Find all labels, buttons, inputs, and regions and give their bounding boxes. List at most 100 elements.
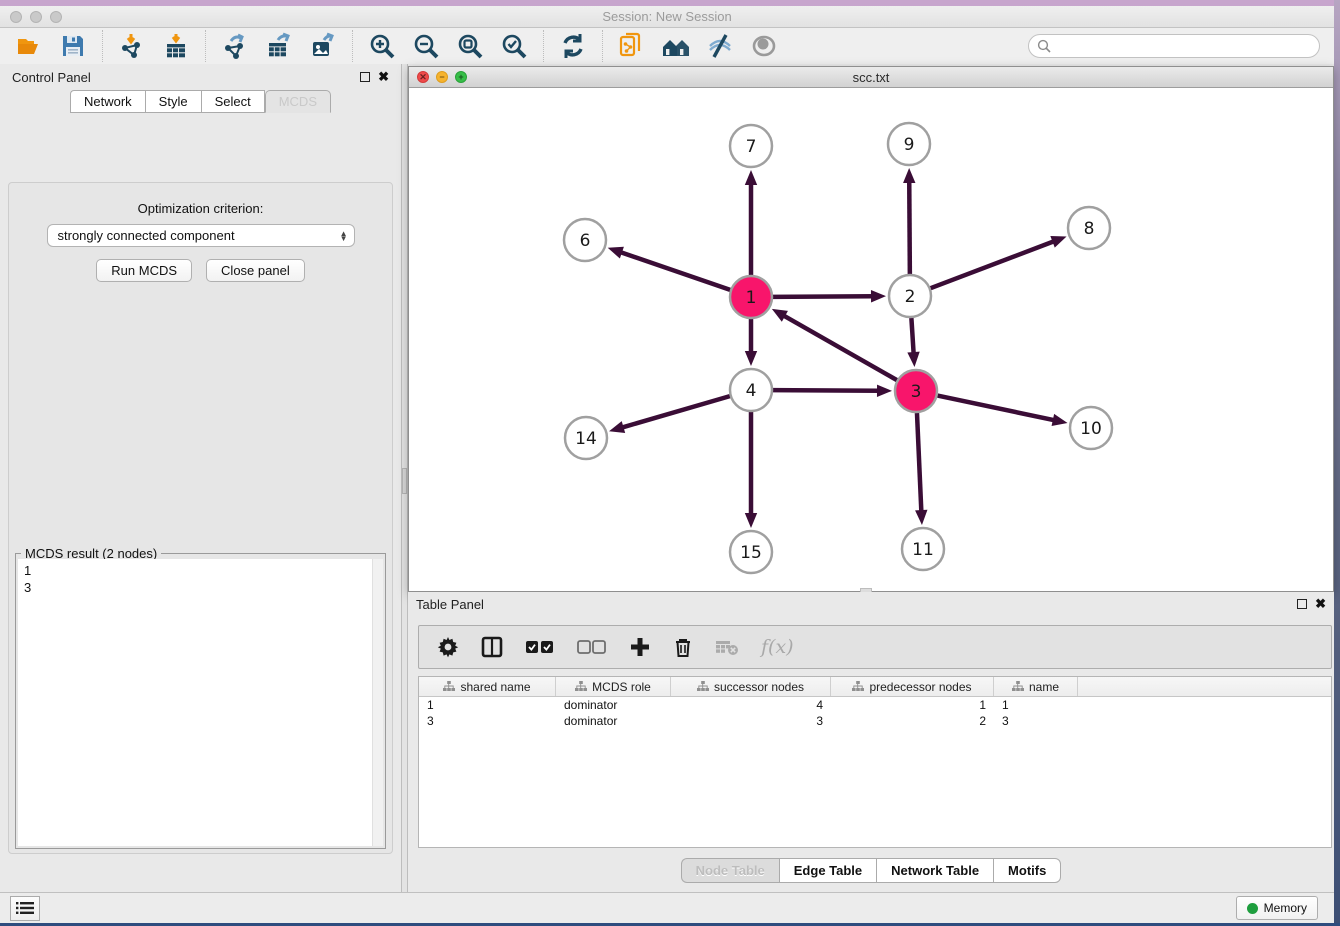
zoom-out-icon[interactable] — [411, 31, 441, 61]
search-box[interactable] — [1028, 34, 1320, 58]
import-network-icon[interactable] — [117, 31, 147, 61]
panel-splitter-vertical[interactable] — [401, 64, 408, 892]
dropdown-value: strongly connected component — [58, 228, 235, 243]
float-table-panel-icon[interactable] — [1297, 599, 1307, 609]
zoom-selected-icon[interactable] — [499, 31, 529, 61]
tab-edge-table[interactable]: Edge Table — [779, 858, 876, 883]
delete-column-icon[interactable] — [673, 636, 693, 658]
table-cell[interactable]: 4 — [671, 697, 831, 713]
arrowhead-icon — [609, 421, 625, 433]
column-header-name[interactable]: name — [994, 677, 1078, 696]
table-cell[interactable]: 1 — [419, 697, 556, 713]
table-cell[interactable]: 1 — [831, 697, 994, 713]
status-bar: Memory — [0, 892, 1334, 923]
memory-button[interactable]: Memory — [1236, 896, 1318, 920]
node-label: 9 — [904, 135, 915, 155]
export-network-icon[interactable] — [220, 31, 250, 61]
table-panel-title: Table Panel — [416, 597, 484, 612]
tab-network-table[interactable]: Network Table — [876, 858, 993, 883]
deselect-all-icon[interactable] — [577, 639, 607, 655]
float-panel-icon[interactable] — [360, 72, 370, 82]
close-table-panel-icon[interactable]: ✖ — [1315, 599, 1326, 609]
memory-label: Memory — [1264, 901, 1307, 915]
add-column-icon[interactable] — [629, 636, 651, 658]
node-table-header-row: shared nameMCDS rolesuccessor nodesprede… — [419, 677, 1331, 697]
table-settings-icon[interactable] — [437, 636, 459, 658]
main-toolbar — [0, 28, 1334, 64]
node-label: 3 — [911, 382, 922, 402]
table-cell[interactable]: 3 — [671, 713, 831, 729]
edge-2-8[interactable] — [931, 241, 1055, 288]
node-label: 10 — [1080, 419, 1102, 439]
table-cell[interactable]: 3 — [994, 713, 1078, 729]
result-scrollbar[interactable] — [372, 559, 383, 846]
column-header-successor-nodes[interactable]: successor nodes — [671, 677, 831, 696]
edge-3-1[interactable] — [783, 315, 897, 380]
save-session-icon[interactable] — [58, 31, 88, 61]
edge-1-6[interactable] — [620, 252, 730, 290]
table-row[interactable]: 1dominator411 — [419, 697, 1331, 713]
close-panel-icon[interactable]: ✖ — [378, 72, 389, 82]
tab-motifs[interactable]: Motifs — [993, 858, 1061, 883]
network-window-title: scc.txt — [409, 70, 1333, 85]
refresh-layout-icon[interactable] — [558, 31, 588, 61]
run-mcds-button[interactable]: Run MCDS — [96, 259, 192, 282]
hide-selected-icon[interactable] — [705, 31, 735, 61]
edge-2-9[interactable] — [909, 181, 910, 274]
edge-3-11[interactable] — [917, 413, 921, 512]
select-all-icon[interactable] — [525, 639, 555, 655]
tab-network[interactable]: Network — [70, 90, 145, 113]
function-builder-icon[interactable]: f(x) — [761, 636, 794, 658]
table-cell[interactable]: dominator — [556, 713, 671, 729]
table-cell[interactable]: 2 — [831, 713, 994, 729]
zoom-in-icon[interactable] — [367, 31, 397, 61]
first-neighbors-icon[interactable] — [661, 31, 691, 61]
delete-table-icon[interactable] — [715, 638, 739, 656]
mcds-result-group: MCDS result (2 nodes) 1 3 — [15, 553, 386, 849]
optimization-criterion-select[interactable]: strongly connected component ▲▼ — [47, 224, 355, 247]
export-table-icon[interactable] — [264, 31, 294, 61]
desktop-edge-right — [1334, 0, 1340, 926]
table-cell[interactable]: dominator — [556, 697, 671, 713]
tab-mcds[interactable]: MCDS — [265, 90, 331, 113]
import-table-icon[interactable] — [161, 31, 191, 61]
search-input[interactable] — [1056, 39, 1311, 53]
zoom-fit-icon[interactable] — [455, 31, 485, 61]
control-panel: Control Panel ✖ Network Style Select MCD… — [0, 64, 401, 892]
export-image-icon[interactable] — [308, 31, 338, 61]
network-graph[interactable]: 7968124314101511 — [409, 88, 1333, 591]
edge-4-3[interactable] — [773, 390, 879, 391]
arrowhead-icon — [907, 352, 919, 367]
mcds-panel: Optimization criterion: strongly connect… — [8, 182, 393, 854]
edge-1-2[interactable] — [773, 296, 873, 297]
main-titlebar: Session: New Session — [0, 6, 1334, 28]
control-panel-title: Control Panel — [12, 70, 91, 85]
arrowhead-icon — [745, 351, 757, 366]
memory-status-icon — [1247, 903, 1258, 914]
table-toolbar: f(x) — [418, 625, 1332, 669]
edge-4-14[interactable] — [622, 396, 730, 428]
node-table-body[interactable]: 1dominator4113dominator323 — [419, 697, 1331, 847]
tab-select[interactable]: Select — [201, 90, 265, 113]
column-header-predecessor-nodes[interactable]: predecessor nodes — [831, 677, 994, 696]
edge-2-3[interactable] — [911, 318, 913, 354]
splitter-grip[interactable] — [402, 468, 407, 494]
tab-style[interactable]: Style — [145, 90, 201, 113]
task-history-button[interactable] — [10, 896, 40, 921]
column-header-shared-name[interactable]: shared name — [419, 677, 556, 696]
mcds-result-text[interactable]: 1 3 — [18, 559, 383, 846]
close-panel-button[interactable]: Close panel — [206, 259, 305, 282]
network-window-titlebar[interactable]: ✕ − + scc.txt — [409, 67, 1333, 88]
table-cell[interactable]: 3 — [419, 713, 556, 729]
tab-node-table[interactable]: Node Table — [681, 858, 779, 883]
edge-3-10[interactable] — [938, 396, 1055, 421]
table-cell[interactable]: 1 — [994, 697, 1078, 713]
open-file-icon[interactable] — [14, 31, 44, 61]
column-header-MCDS-role[interactable]: MCDS role — [556, 677, 671, 696]
table-row[interactable]: 3dominator323 — [419, 713, 1331, 729]
table-panel: Table Panel ✖ f(x) shared nameMCDS rol — [408, 592, 1334, 892]
clone-network-icon[interactable] — [617, 31, 647, 61]
show-columns-icon[interactable] — [481, 636, 503, 658]
show-all-icon[interactable] — [749, 31, 779, 61]
node-table: shared nameMCDS rolesuccessor nodesprede… — [418, 676, 1332, 848]
